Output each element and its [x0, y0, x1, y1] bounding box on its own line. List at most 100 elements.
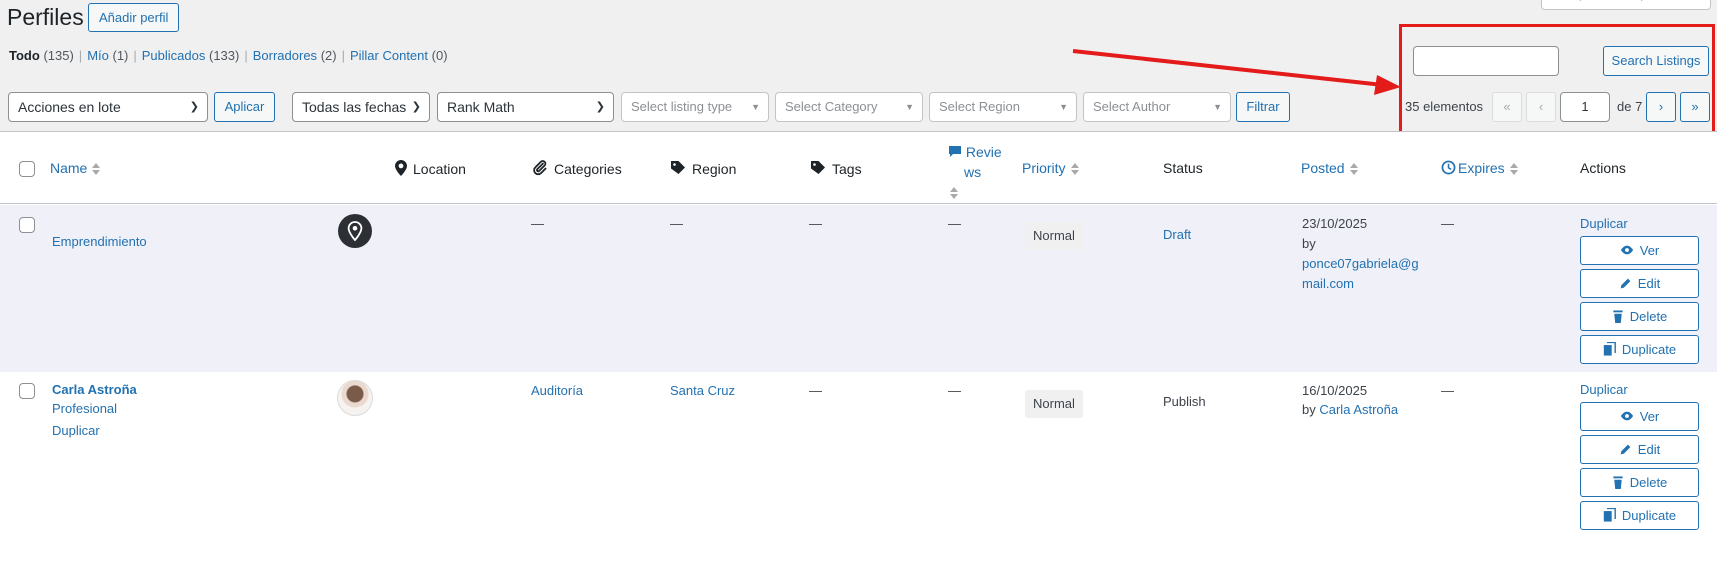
- region-placeholder: Select Region: [939, 99, 1020, 114]
- col-priority-label: Priority: [1022, 160, 1066, 176]
- categories-value: —: [531, 216, 544, 231]
- chevron-down-icon: ❯: [411, 101, 421, 113]
- screen-options-button[interactable]: Opciones de pantalla: [1541, 0, 1711, 10]
- view-published[interactable]: Publicados: [142, 48, 206, 63]
- col-categories: Categories: [532, 160, 622, 177]
- caret-down-icon: ▼: [1213, 102, 1222, 112]
- select-all-checkbox[interactable]: [19, 161, 35, 177]
- dates-select[interactable]: Todas las fechas ❯: [292, 92, 430, 122]
- chevron-down-icon: ❯: [189, 101, 199, 113]
- trash-icon: [1613, 476, 1623, 489]
- listings-table: Name Location Categories Region Tags Rev…: [0, 131, 1717, 572]
- col-location: Location: [395, 160, 466, 177]
- view-published-count: (133): [209, 48, 240, 63]
- listing-type-link[interactable]: Profesional: [52, 401, 117, 416]
- edit-label: Edit: [1637, 276, 1661, 291]
- region-value: —: [670, 216, 683, 231]
- col-name[interactable]: Name: [50, 160, 101, 176]
- col-name-label: Name: [50, 160, 88, 176]
- row-duplicar-link[interactable]: Duplicar: [52, 423, 100, 438]
- posted-date: 23/10/2025: [1302, 216, 1368, 231]
- listing-type-placeholder: Select listing type: [631, 99, 733, 114]
- avatar: [337, 380, 373, 416]
- chevron-down-icon: ❯: [595, 101, 605, 113]
- filter-button[interactable]: Filtrar: [1236, 92, 1290, 122]
- posted-author-link-cont[interactable]: mail.com: [1302, 276, 1354, 291]
- listing-type-select[interactable]: Select listing type ▼: [621, 92, 769, 122]
- view-drafts[interactable]: Borradores: [253, 48, 317, 63]
- bulk-actions-select[interactable]: Acciones en lote ❯: [8, 92, 208, 122]
- listing-name-link[interactable]: Carla Astroña: [52, 382, 137, 397]
- sort-icon: [1070, 163, 1079, 176]
- delete-label: Delete: [1629, 475, 1668, 490]
- delete-label: Delete: [1629, 309, 1668, 324]
- listing-name-link[interactable]: Emprendimiento: [52, 234, 147, 249]
- tag-icon: [811, 161, 825, 174]
- col-actions: Actions: [1580, 160, 1626, 176]
- duplicate-button[interactable]: Duplicate: [1580, 501, 1699, 530]
- categories-link[interactable]: Auditoría: [531, 383, 583, 398]
- avatar: [338, 214, 372, 248]
- posted-by-label: by: [1302, 236, 1316, 251]
- category-select[interactable]: Select Category ▼: [775, 92, 923, 122]
- sort-icon: [1349, 163, 1358, 176]
- table-header: Name Location Categories Region Tags Rev…: [0, 132, 1717, 204]
- status-value: Publish: [1163, 394, 1206, 409]
- sort-icon: [92, 163, 101, 176]
- map-pin-icon: [395, 160, 407, 176]
- col-tags: Tags: [810, 160, 862, 177]
- view-all-count: (135): [43, 48, 74, 63]
- priority-badge: Normal: [1025, 222, 1083, 250]
- col-reviews-label: Revie: [965, 144, 1002, 160]
- view-pillar-content[interactable]: Pillar Content: [350, 48, 428, 63]
- comment-icon: [949, 146, 961, 157]
- posted-author-link[interactable]: ponce07gabriela@g: [1302, 256, 1419, 271]
- duplicar-link[interactable]: Duplicar: [1580, 216, 1628, 231]
- highlight-box: [1399, 24, 1715, 134]
- posted-by-label: by: [1302, 402, 1316, 417]
- region-select[interactable]: Select Region ▼: [929, 92, 1077, 122]
- add-profile-button[interactable]: Añadir perfil: [88, 3, 180, 32]
- edit-button[interactable]: Edit: [1580, 269, 1699, 298]
- row-checkbox[interactable]: [19, 383, 35, 399]
- edit-button[interactable]: Edit: [1580, 435, 1699, 464]
- expires-value: —: [1441, 216, 1454, 231]
- posted-author-link[interactable]: Carla Astroña: [1319, 402, 1398, 417]
- view-label: Ver: [1639, 409, 1660, 424]
- col-posted[interactable]: Posted: [1301, 160, 1358, 176]
- col-posted-label: Posted: [1301, 160, 1345, 176]
- author-select[interactable]: Select Author ▼: [1083, 92, 1231, 122]
- view-button[interactable]: Ver: [1580, 236, 1699, 265]
- col-reviews[interactable]: Revie ws: [948, 142, 1002, 202]
- duplicar-link[interactable]: Duplicar: [1580, 382, 1628, 397]
- edit-label: Edit: [1637, 442, 1661, 457]
- copy-icon: [1603, 507, 1616, 522]
- rank-math-select[interactable]: Rank Math ❯: [437, 92, 614, 122]
- posted-by: by Carla Astroña: [1302, 402, 1398, 417]
- view-pillar-count: (0): [431, 48, 448, 63]
- status-link[interactable]: Draft: [1163, 227, 1191, 242]
- view-button[interactable]: Ver: [1580, 402, 1699, 431]
- col-expires[interactable]: Expires: [1441, 160, 1518, 176]
- tag-icon: [671, 161, 685, 174]
- row-checkbox[interactable]: [19, 217, 35, 233]
- clock-icon: [1441, 160, 1456, 175]
- view-label: Ver: [1639, 243, 1660, 258]
- delete-button[interactable]: Delete: [1580, 468, 1699, 497]
- view-drafts-count: (2): [320, 48, 337, 63]
- reviews-value: —: [948, 383, 961, 398]
- region-link[interactable]: Santa Cruz: [670, 383, 735, 398]
- tags-value: —: [809, 216, 822, 231]
- dates-value: Todas las fechas: [302, 99, 407, 115]
- col-categories-label: Categories: [554, 161, 622, 177]
- view-mine[interactable]: Mío: [87, 48, 109, 63]
- delete-button[interactable]: Delete: [1580, 302, 1699, 331]
- col-tags-label: Tags: [832, 161, 862, 177]
- duplicate-button[interactable]: Duplicate: [1580, 335, 1699, 364]
- col-priority[interactable]: Priority: [1022, 160, 1079, 176]
- trash-icon: [1613, 310, 1623, 323]
- annotation-arrow-icon: [1072, 49, 1401, 95]
- view-all[interactable]: Todo: [9, 48, 40, 63]
- bulk-actions-value: Acciones en lote: [18, 99, 121, 115]
- apply-button[interactable]: Aplicar: [214, 92, 275, 122]
